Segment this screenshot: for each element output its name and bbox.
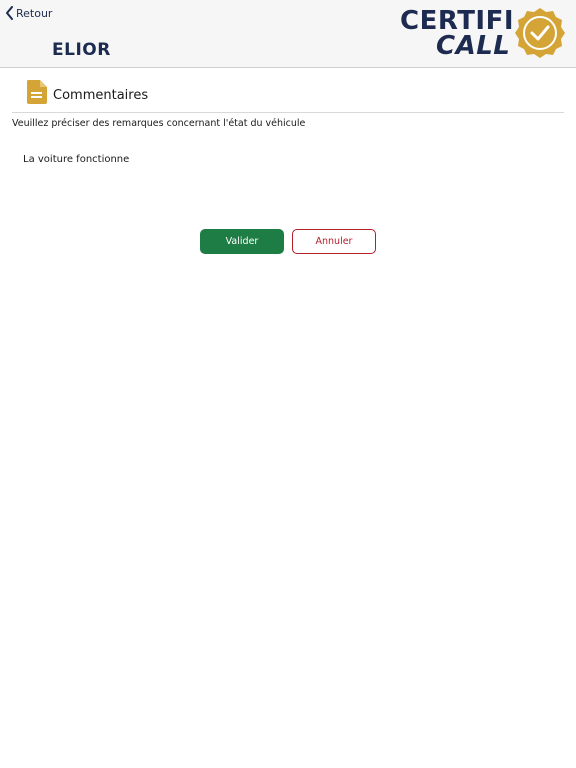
certified-seal-icon <box>515 8 565 58</box>
company-name: ELIOR <box>52 40 111 60</box>
validate-button[interactable]: Valider <box>200 229 284 254</box>
comments-section-header: Commentaires <box>12 78 564 113</box>
back-button[interactable]: Retour <box>5 5 52 21</box>
comment-prompt-label: Veuillez préciser des remarques concerna… <box>12 118 306 129</box>
chevron-left-icon <box>6 6 13 20</box>
comment-textarea[interactable]: La voiture fonctionne <box>23 154 543 165</box>
document-icon <box>27 80 47 104</box>
section-title: Commentaires <box>53 88 149 103</box>
logo-text-line2: CALL <box>436 31 511 61</box>
top-bar: Retour ELIOR CERTIFI CALL <box>0 0 576 68</box>
certificall-logo: CERTIFI CALL <box>398 6 570 62</box>
cancel-button[interactable]: Annuler <box>292 229 376 254</box>
back-label: Retour <box>16 6 53 20</box>
